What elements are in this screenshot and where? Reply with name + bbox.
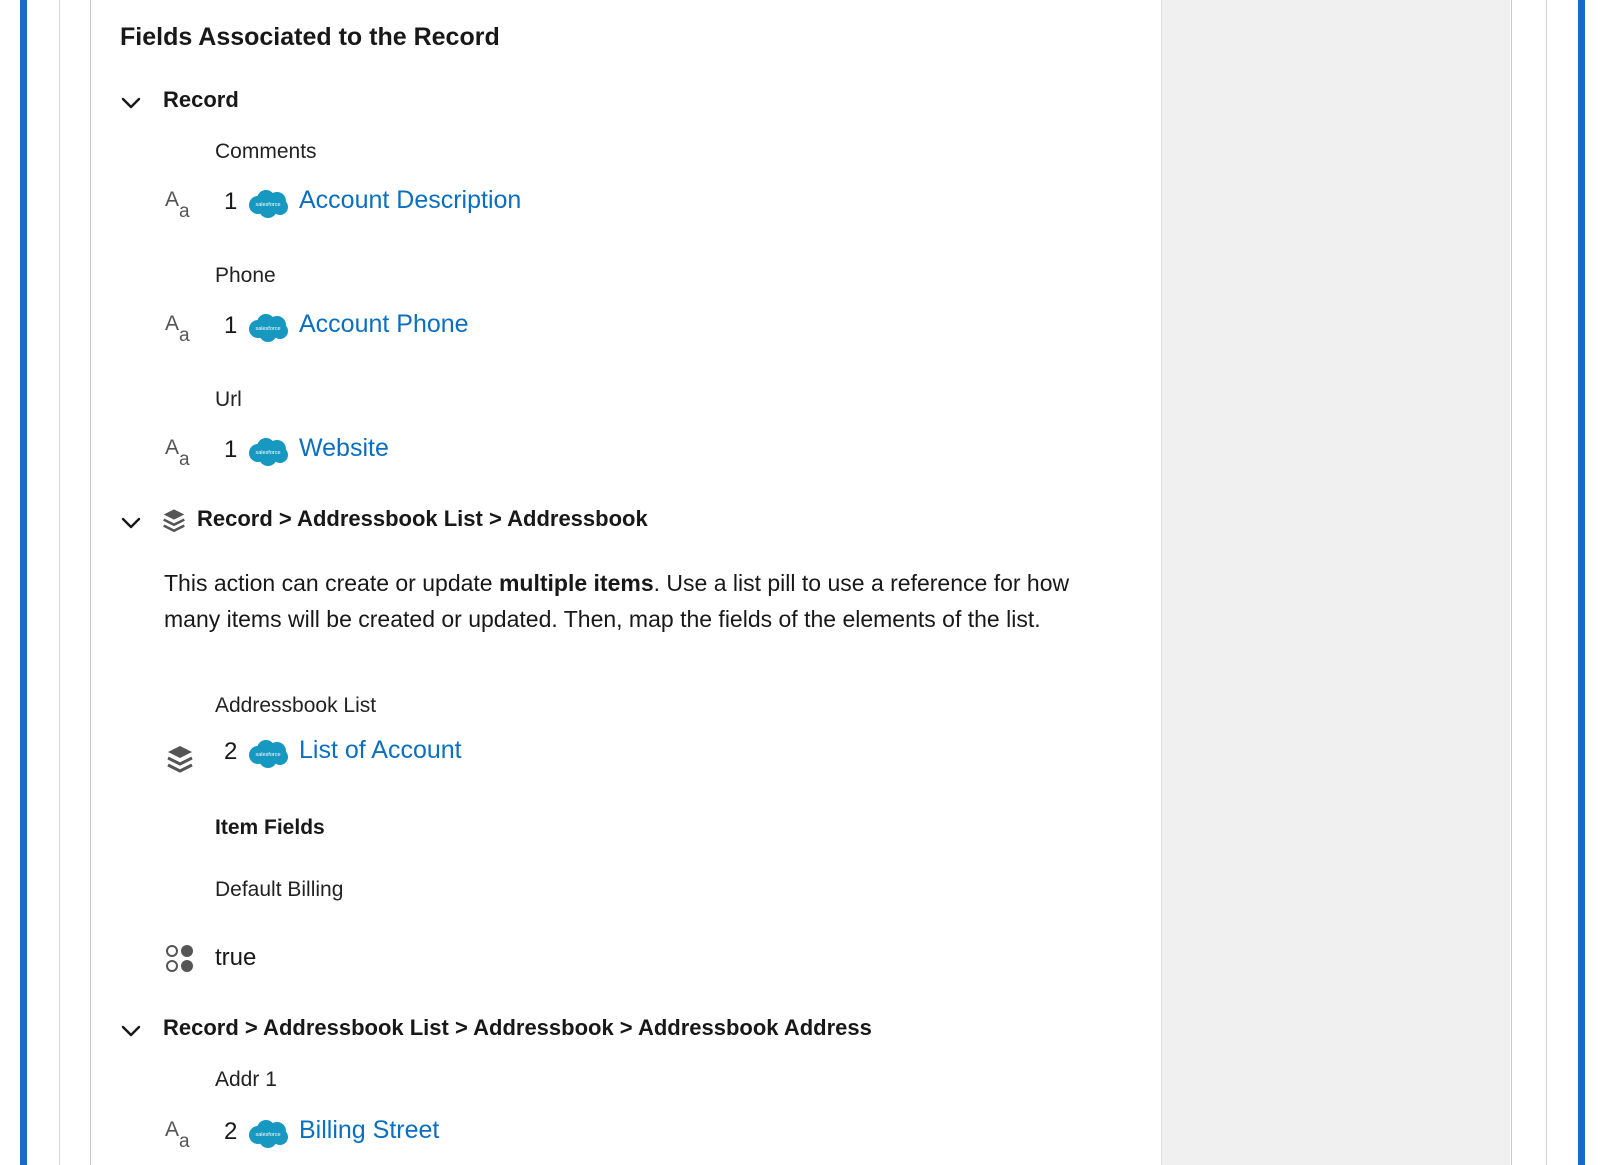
svg-text:a: a xyxy=(179,325,190,344)
svg-text:A: A xyxy=(165,436,179,459)
chevron-down-icon[interactable] xyxy=(121,1024,141,1038)
text-type-icon: A a xyxy=(165,188,190,220)
field-label: Addr 1 xyxy=(215,1068,277,1091)
field-label: Phone xyxy=(215,264,276,287)
section-heading-record[interactable]: Record xyxy=(163,87,239,113)
item-fields-heading: Item Fields xyxy=(215,816,325,839)
svg-text:salesforce: salesforce xyxy=(255,752,280,758)
svg-text:a: a xyxy=(179,1131,190,1150)
salesforce-cloud-icon: salesforce xyxy=(249,190,288,218)
salesforce-cloud-icon: salesforce xyxy=(249,740,288,768)
window-frame-right xyxy=(1578,0,1585,1165)
svg-text:A: A xyxy=(165,188,179,211)
svg-text:salesforce: salesforce xyxy=(255,1132,280,1138)
field-value-link[interactable]: Website xyxy=(299,434,389,463)
field-value-link[interactable]: Account Description xyxy=(299,186,521,215)
pill-order-number: 1 xyxy=(224,312,238,339)
text-type-icon: A a xyxy=(165,436,190,468)
field-value-link[interactable]: List of Account xyxy=(299,736,462,765)
boolean-icon xyxy=(166,945,193,972)
page-title: Fields Associated to the Record xyxy=(120,23,500,51)
pill-order-number: 2 xyxy=(224,1118,238,1145)
field-value-link[interactable]: Account Phone xyxy=(299,310,469,339)
field-value-link[interactable]: Billing Street xyxy=(299,1116,439,1145)
svg-text:a: a xyxy=(179,449,190,468)
side-panel xyxy=(1161,0,1510,1165)
text-type-icon: A a xyxy=(165,312,190,344)
text-type-icon: A a xyxy=(165,1118,190,1150)
salesforce-cloud-icon: salesforce xyxy=(249,314,288,342)
container-border-left xyxy=(59,0,60,1165)
field-label: Url xyxy=(215,388,242,411)
svg-text:salesforce: salesforce xyxy=(255,326,280,332)
pill-order-number: 2 xyxy=(224,738,238,765)
salesforce-cloud-icon: salesforce xyxy=(249,438,288,466)
section-heading-addressbook[interactable]: Record > Addressbook List > Addressbook xyxy=(197,506,648,532)
svg-text:A: A xyxy=(165,312,179,335)
layers-icon xyxy=(163,509,185,533)
svg-text:salesforce: salesforce xyxy=(255,450,280,456)
chevron-down-icon[interactable] xyxy=(121,96,141,110)
pill-order-number: 1 xyxy=(224,436,238,463)
field-label: Comments xyxy=(215,140,317,163)
chevron-down-icon[interactable] xyxy=(121,516,141,530)
field-label: Addressbook List xyxy=(215,694,377,717)
salesforce-cloud-icon: salesforce xyxy=(249,1120,288,1148)
svg-text:salesforce: salesforce xyxy=(255,202,280,208)
field-value: true xyxy=(215,944,257,971)
multiple-items-description: This action can create or update multipl… xyxy=(164,570,1070,632)
pill-order-number: 1 xyxy=(224,188,238,215)
section-heading-addressbook-address[interactable]: Record > Addressbook List > Addressbook … xyxy=(163,1015,872,1041)
field-label: Default Billing xyxy=(215,878,344,901)
container-border-right xyxy=(1546,0,1547,1165)
svg-text:A: A xyxy=(165,1118,179,1141)
window-frame-left xyxy=(20,0,27,1165)
svg-text:a: a xyxy=(179,201,190,220)
layers-icon xyxy=(167,746,193,773)
